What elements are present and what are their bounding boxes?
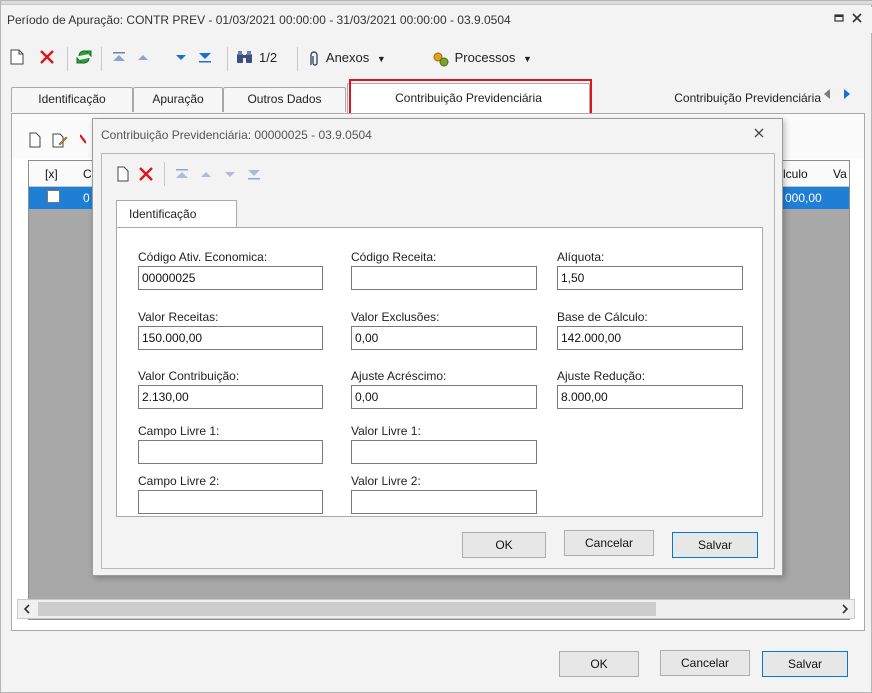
footer-ok-button[interactable]: OK	[559, 651, 639, 677]
toolbar-separator	[164, 162, 165, 186]
dialog-save-button[interactable]: Salvar	[672, 532, 758, 558]
anexos-menu[interactable]: Anexos ▼	[305, 47, 386, 69]
chevron-down-icon: ▼	[376, 54, 386, 64]
valor-livre1-label: Valor Livre 1:	[351, 424, 421, 438]
codigo-ativ-label: Código Ativ. Economica:	[138, 250, 268, 264]
first-record-icon[interactable]	[174, 165, 190, 183]
row-checkbox[interactable]	[47, 190, 60, 203]
first-record-icon[interactable]	[111, 47, 127, 69]
tab-contribuicao-previdenciaria-2[interactable]: Contribuição Previdenciária	[621, 87, 827, 112]
window-title: Período de Apuração: CONTR PREV - 01/03/…	[7, 13, 511, 27]
dialog-title: Contribuição Previdenciária: 00000025 - …	[101, 128, 372, 142]
row-cell-c: 0	[83, 191, 90, 205]
toolbar-separator	[101, 47, 102, 71]
base-calculo-field[interactable]: 142.000,00	[557, 326, 743, 350]
valor-contribuicao-field[interactable]: 2.130,00	[138, 385, 323, 409]
campo-livre2-field[interactable]	[138, 490, 323, 514]
valor-exclusoes-label: Valor Exclusões:	[351, 310, 440, 324]
dialog-cancel-button[interactable]: Cancelar	[564, 530, 654, 556]
ajuste-reducao-label: Ajuste Redução:	[557, 369, 646, 383]
title-bar: Período de Apuração: CONTR PREV - 01/03/…	[1, 7, 872, 33]
new-document-icon[interactable]	[28, 132, 42, 148]
main-toolbar: 1/2 Anexos ▼ Processos ▼	[1, 41, 872, 75]
dialog-body: Identificação Código Ativ. Economica: 00…	[101, 153, 775, 569]
tab-left-arrow-icon[interactable]	[821, 87, 837, 105]
dialog-form-panel: Código Ativ. Economica: 00000025 Código …	[116, 227, 763, 517]
previous-record-icon[interactable]	[198, 165, 214, 183]
toolbar-separator	[67, 47, 68, 71]
processos-label: Processos	[454, 50, 516, 65]
delete-icon[interactable]	[138, 165, 154, 183]
dialog-ok-button[interactable]: OK	[462, 532, 546, 558]
valor-contribuicao-label: Valor Contribuição:	[138, 369, 240, 383]
tab-outros-dados[interactable]: Outros Dados	[223, 87, 346, 112]
scroll-left-icon[interactable]	[22, 602, 32, 616]
edit-document-icon[interactable]	[52, 132, 68, 148]
footer-cancel-button[interactable]: Cancelar	[660, 650, 750, 676]
codigo-ativ-field[interactable]: 00000025	[138, 266, 323, 290]
scroll-right-icon[interactable]	[840, 602, 850, 616]
next-record-icon[interactable]	[222, 165, 238, 183]
campo-livre1-label: Campo Livre 1:	[138, 424, 220, 438]
refresh-icon[interactable]	[75, 47, 93, 69]
scroll-thumb[interactable]	[38, 602, 656, 616]
row-cell-calculo: 000,00	[785, 191, 822, 205]
maximize-icon[interactable]	[833, 12, 847, 26]
ajuste-acrescimo-label: Ajuste Acréscimo:	[351, 369, 447, 383]
aliquota-field[interactable]: 1,50	[557, 266, 743, 290]
tab-apuracao[interactable]: Apuração	[133, 87, 223, 112]
previous-record-icon[interactable]	[135, 47, 151, 69]
last-record-icon[interactable]	[246, 165, 262, 183]
ajuste-reducao-field[interactable]: 8.000,00	[557, 385, 743, 409]
valor-livre2-field[interactable]	[351, 490, 537, 514]
campo-livre2-label: Campo Livre 2:	[138, 474, 220, 488]
aliquota-label: Alíquota:	[557, 250, 605, 264]
processos-menu[interactable]: Processos ▼	[431, 47, 532, 69]
base-calculo-label: Base de Cálculo:	[557, 310, 648, 324]
valor-receitas-label: Valor Receitas:	[138, 310, 219, 324]
tab-row: Identificação Apuração Outros Dados Cont…	[11, 83, 865, 113]
delete-icon[interactable]	[39, 47, 55, 69]
valor-exclusoes-field[interactable]: 0,00	[351, 326, 537, 350]
close-icon[interactable]	[851, 12, 865, 26]
page-indicator: 1/2	[259, 50, 278, 65]
horizontal-scrollbar[interactable]	[17, 599, 855, 619]
header-va[interactable]: Va	[833, 167, 847, 181]
header-calculo[interactable]: lculo	[783, 167, 808, 181]
ajuste-acrescimo-field[interactable]: 0,00	[351, 385, 537, 409]
new-document-icon[interactable]	[116, 165, 130, 183]
toolbar-separator	[297, 47, 298, 71]
binoculars-icon[interactable]	[235, 47, 255, 69]
valor-receitas-field[interactable]: 150.000,00	[138, 326, 323, 350]
valor-livre1-field[interactable]	[351, 440, 537, 464]
new-document-icon[interactable]	[9, 47, 25, 69]
campo-livre1-field[interactable]	[138, 440, 323, 464]
delete-icon[interactable]	[80, 132, 86, 148]
top-strip	[1, 1, 872, 5]
toolbar-separator	[227, 47, 228, 71]
chevron-down-icon: ▼	[522, 54, 532, 64]
tab-right-arrow-icon[interactable]	[841, 87, 857, 105]
header-c[interactable]: C	[83, 167, 92, 181]
header-check[interactable]: [x]	[45, 167, 58, 181]
codigo-receita-field[interactable]	[351, 266, 537, 290]
tab-identificacao[interactable]: Identificação	[11, 87, 133, 112]
last-record-icon[interactable]	[197, 47, 213, 69]
tab-contribuicao-previdenciaria[interactable]: Contribuição Previdenciária	[347, 83, 590, 113]
next-record-icon[interactable]	[173, 47, 189, 69]
anexos-label: Anexos	[325, 50, 370, 65]
dialog-tab-identificacao[interactable]: Identificação	[116, 200, 237, 228]
footer-save-button[interactable]: Salvar	[762, 651, 848, 677]
codigo-receita-label: Código Receita:	[351, 250, 437, 264]
dialog-toolbar	[102, 154, 774, 192]
close-icon[interactable]	[753, 127, 765, 139]
valor-livre2-label: Valor Livre 2:	[351, 474, 421, 488]
contribuicao-dialog: Contribuição Previdenciária: 00000025 - …	[92, 118, 783, 576]
